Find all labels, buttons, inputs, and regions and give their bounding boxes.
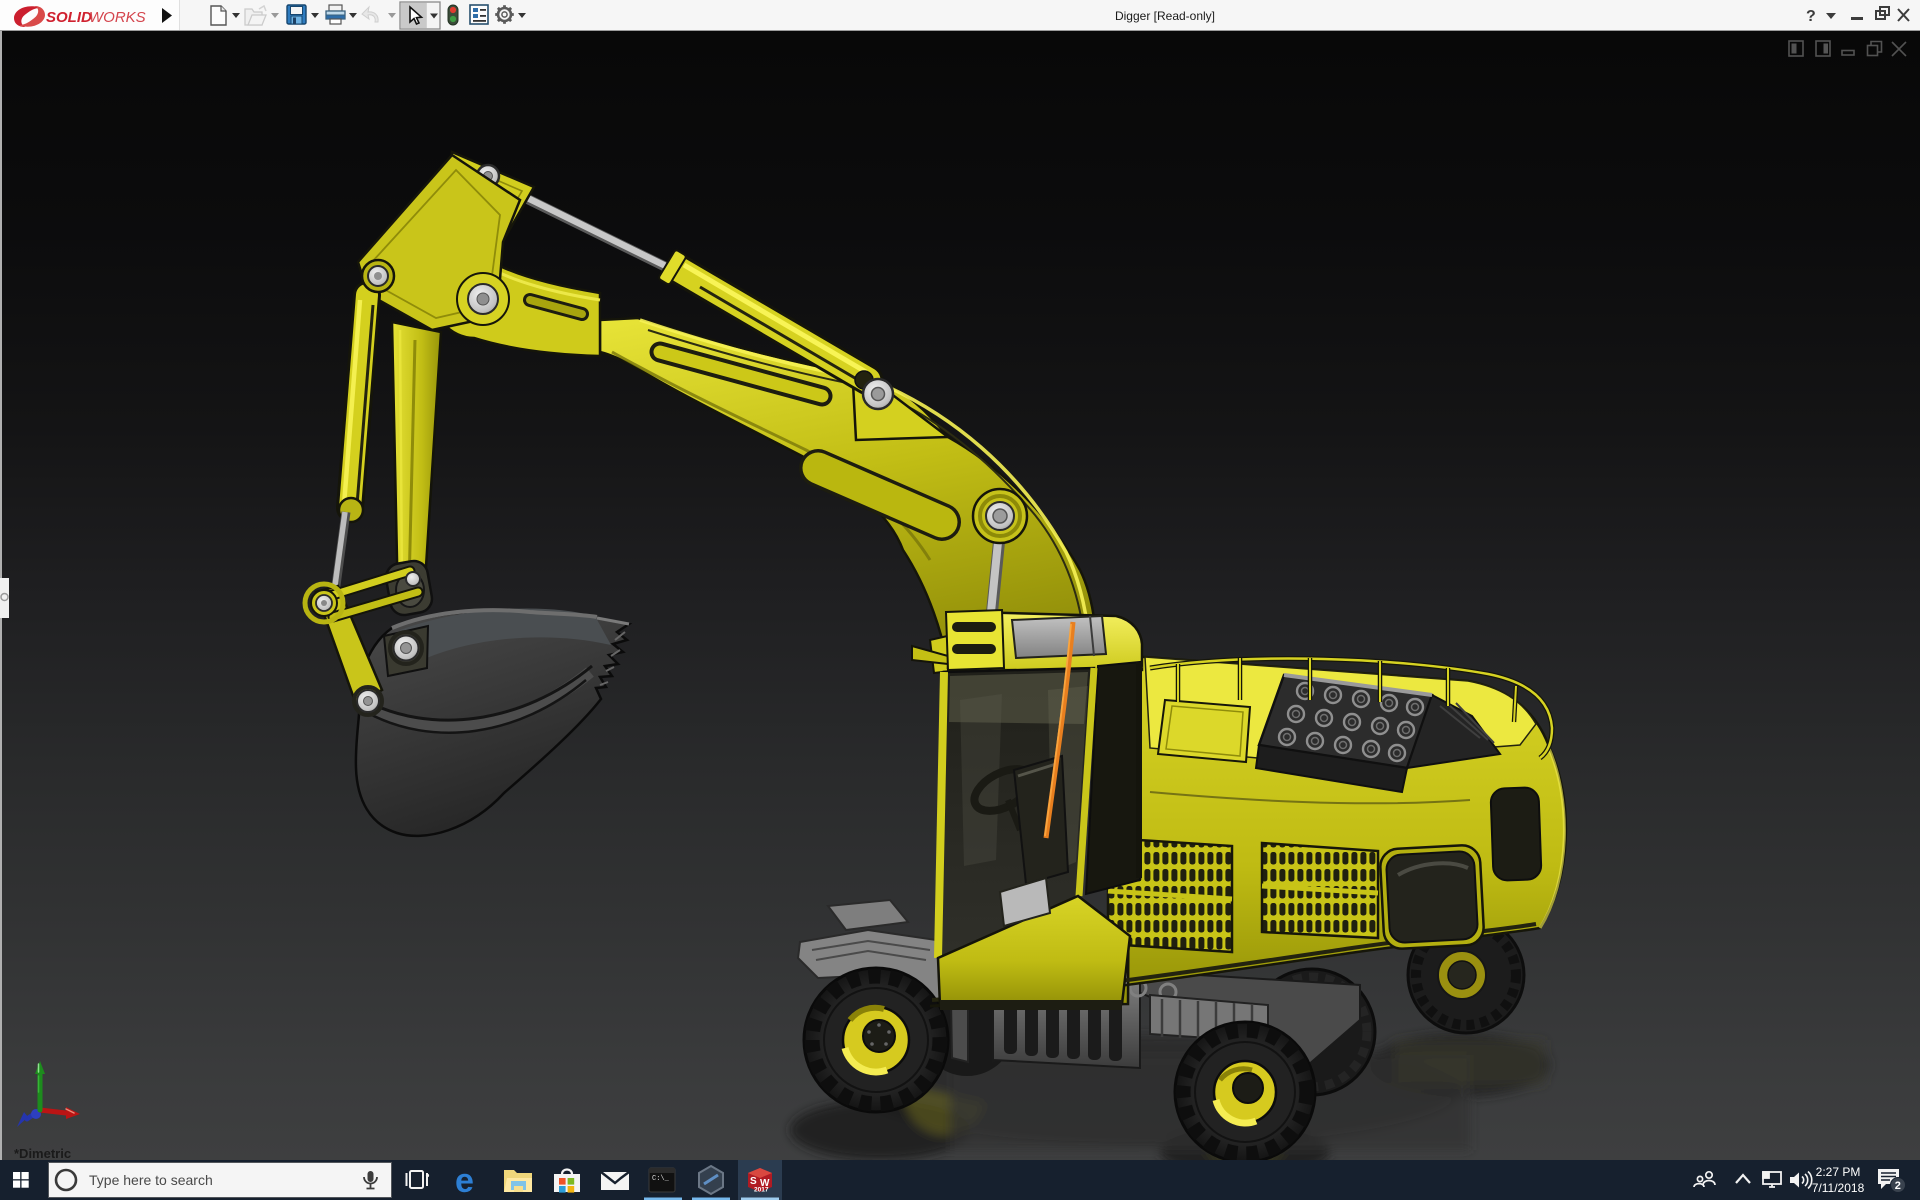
svg-text:2017: 2017 [754,1187,769,1194]
svg-text:*Dimetric: *Dimetric [14,1146,71,1161]
svg-text:?: ? [1806,8,1816,25]
svg-text:WORKS: WORKS [89,9,146,26]
svg-text:SOLID: SOLID [46,9,92,26]
svg-text:S: S [750,1176,757,1187]
svg-text:e: e [455,1162,474,1200]
svg-text:C:\_: C:\_ [652,1175,670,1183]
svg-text:2: 2 [1895,1180,1901,1192]
